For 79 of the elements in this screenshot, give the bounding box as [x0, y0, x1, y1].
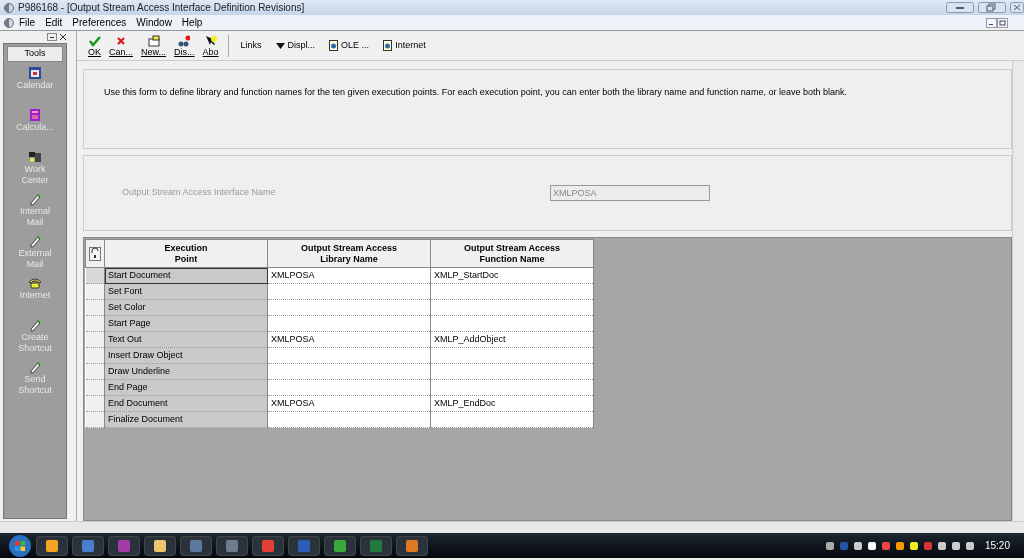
scroll-bar[interactable]: [1012, 61, 1024, 521]
pencil-icon: [28, 317, 42, 332]
table-cell[interactable]: XMLP_EndDoc: [430, 395, 594, 412]
tray-icon[interactable]: [950, 540, 961, 551]
toolbar-button[interactable]: New...: [138, 34, 170, 57]
check-icon: [88, 34, 101, 47]
calendar-icon: [28, 65, 42, 80]
toolbar-button[interactable]: Can...: [106, 34, 137, 57]
toolbar-link[interactable]: Displ...: [269, 38, 322, 53]
column-header[interactable]: Execution Point: [104, 239, 268, 268]
window-title: P986168 - [Output Stream Access Interface Definition Revisions]: [18, 1, 305, 15]
toolbar-button[interactable]: Abo: [199, 34, 222, 57]
menu-item[interactable]: File: [14, 15, 41, 30]
table-cell[interactable]: XMLP_AddObject: [430, 331, 594, 348]
toolbar-link[interactable]: OLE ...: [323, 38, 376, 53]
toolbar-button[interactable]: OK: [85, 34, 104, 57]
tray-icon[interactable]: [852, 540, 863, 551]
panel-title: Tools: [7, 46, 63, 62]
toolbar-link[interactable]: Internet: [377, 38, 432, 53]
app-icon: [225, 538, 239, 553]
toolbar-button[interactable]: Dis...: [171, 34, 198, 57]
minimize-button[interactable]: [986, 17, 997, 28]
column-header[interactable]: Output Stream Access Library Name: [267, 239, 431, 268]
caret-icon: [275, 42, 285, 49]
minimize-button[interactable]: [946, 2, 974, 13]
tray-icon[interactable]: [824, 540, 835, 551]
taskbar-button[interactable]: [144, 535, 176, 556]
app-icon: [297, 538, 311, 553]
pin-button[interactable]: [46, 33, 57, 41]
scroll-bar[interactable]: [0, 521, 1024, 533]
app-icon: [4, 17, 14, 28]
table-cell[interactable]: XMLPOSA: [267, 267, 431, 284]
toolbar-link[interactable]: Links: [234, 38, 268, 53]
app-icon: [4, 2, 14, 13]
taskbar-button[interactable]: [36, 535, 68, 556]
taskbar-button[interactable]: [324, 535, 356, 556]
app-icon: [117, 538, 131, 553]
app-icon: [333, 538, 347, 553]
instruction-text: Use this form to define library and function names for the ten given execution points. For each execution point, you can enter both the library name and function name, or leave both blank.: [104, 86, 848, 99]
menu-item[interactable]: Preferences: [67, 15, 132, 30]
page-icon: [383, 40, 393, 51]
field-label: Output Stream Access Interface Name: [122, 186, 277, 200]
binoculars-icon: [178, 34, 191, 47]
taskbar-button[interactable]: [72, 535, 104, 556]
taskbar-button[interactable]: [396, 535, 428, 556]
menu-item[interactable]: Help: [176, 15, 208, 30]
pencil-icon: [28, 191, 42, 206]
table-cell[interactable]: XMLP_StartDoc: [430, 267, 594, 284]
start-button[interactable]: [8, 533, 32, 558]
table-cell[interactable]: XMLPOSA: [267, 395, 431, 412]
computer-icon: [28, 149, 42, 164]
folder-icon: [147, 34, 160, 47]
tray-icon[interactable]: [964, 540, 975, 551]
tray-icon[interactable]: [908, 540, 919, 551]
tray-icon[interactable]: [894, 540, 905, 551]
app-icon: [189, 538, 203, 553]
app-icon: [153, 538, 167, 553]
clock: 15:20: [984, 539, 1010, 553]
close-button[interactable]: [59, 33, 67, 41]
app-icon: [45, 538, 59, 553]
table-cell[interactable]: XMLPOSA: [267, 331, 431, 348]
help-icon: [204, 34, 217, 47]
menu-item[interactable]: Window: [131, 15, 177, 30]
tray-icon[interactable]: [936, 540, 947, 551]
close-icon: [115, 34, 127, 47]
pencil-icon: [28, 359, 42, 374]
app-icon: [405, 538, 419, 553]
tray-icon[interactable]: [866, 540, 877, 551]
calculator-icon: [28, 107, 42, 122]
restore-button[interactable]: [997, 17, 1008, 28]
app-icon: [81, 538, 95, 553]
column-header[interactable]: Output Stream Access Function Name: [430, 239, 594, 268]
app-icon: [369, 538, 383, 553]
app-icon: [261, 538, 275, 553]
menu-item[interactable]: Edit: [40, 15, 68, 30]
telephone-icon: [28, 275, 42, 290]
page-icon: [329, 40, 339, 51]
lock-icon[interactable]: [89, 246, 101, 261]
pencil-icon: [28, 233, 42, 248]
